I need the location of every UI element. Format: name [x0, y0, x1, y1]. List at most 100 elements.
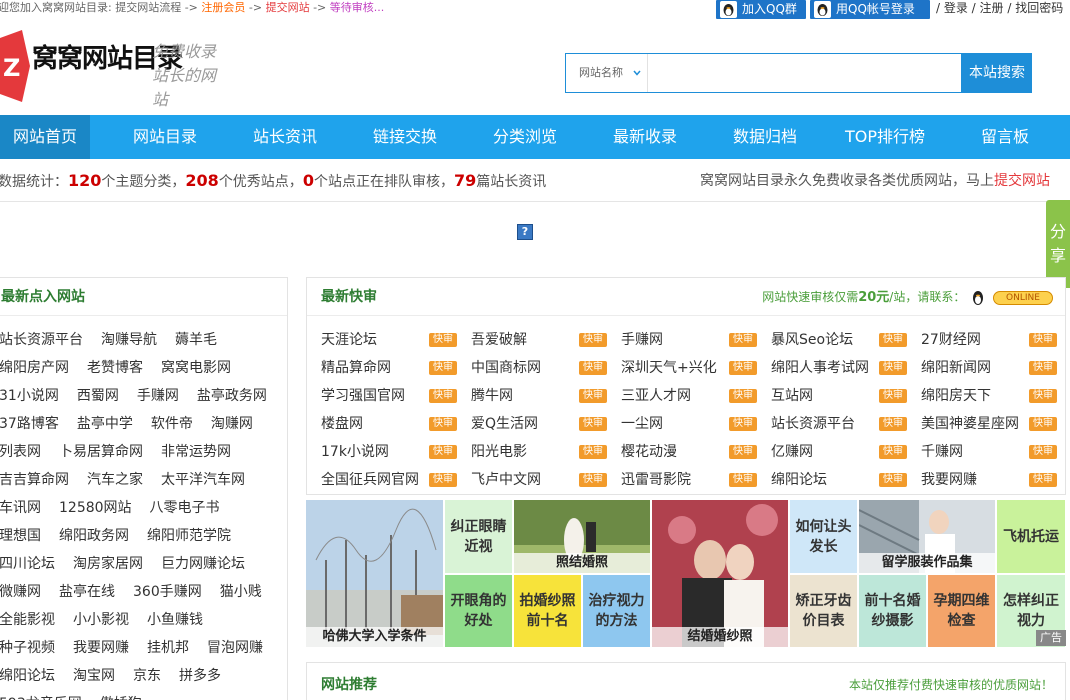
- site-link[interactable]: 卜易居算命网: [59, 444, 143, 460]
- ad-wedding-dress[interactable]: 结婚婚纱照: [652, 500, 788, 647]
- site-link[interactable]: 楼盘网: [321, 416, 363, 432]
- site-link[interactable]: 千赚网: [921, 444, 963, 460]
- site-link[interactable]: 天涯论坛: [321, 332, 377, 348]
- site-link[interactable]: 京东: [133, 668, 161, 684]
- site-link[interactable]: 小小影视: [73, 612, 129, 628]
- site-link[interactable]: 小鱼赚钱: [147, 612, 203, 628]
- site-link[interactable]: 绵阳房产网: [0, 360, 69, 376]
- site-link[interactable]: 一尘网: [621, 416, 663, 432]
- site-link[interactable]: 窝窝电影网: [161, 360, 231, 376]
- nav-news[interactable]: 站长资讯: [240, 115, 330, 159]
- site-link[interactable]: 淘赚网: [211, 416, 253, 432]
- site-link[interactable]: 学习强国官网: [321, 388, 405, 404]
- search-input[interactable]: 网站名称: [565, 53, 962, 93]
- fast-review-item[interactable]: 腾牛网 快审: [471, 382, 621, 410]
- search-type-select[interactable]: 网站名称: [566, 54, 648, 92]
- site-link[interactable]: 八零电子书: [150, 500, 220, 516]
- fast-review-item[interactable]: 飞卢中文网 快审: [471, 466, 621, 494]
- site-link[interactable]: 手赚网: [137, 388, 179, 404]
- site-link[interactable]: 我要网赚: [921, 472, 977, 488]
- site-link[interactable]: 淘宝网: [73, 668, 115, 684]
- ad-wedding-photo[interactable]: 照结婚照: [514, 500, 650, 573]
- site-link[interactable]: 我要网赚: [73, 640, 129, 656]
- site-link[interactable]: 理想国: [0, 528, 41, 544]
- fast-review-item[interactable]: 绵阳论坛 快审: [771, 466, 921, 494]
- fast-review-item[interactable]: 绵阳房天下 快审: [921, 382, 1070, 410]
- site-link[interactable]: 西蜀网: [77, 388, 119, 404]
- fast-review-item[interactable]: 一尘网 快审: [621, 410, 771, 438]
- site-link[interactable]: 27财经网: [921, 332, 981, 348]
- site-link[interactable]: 拼多多: [179, 668, 221, 684]
- account-links[interactable]: / 登录 / 注册 / 找回密码: [936, 0, 1063, 16]
- fast-review-item[interactable]: 全国征兵网官网 快审: [321, 466, 471, 494]
- site-link[interactable]: 593龙音乐网: [0, 696, 82, 700]
- site-link[interactable]: 汽车之家: [87, 472, 143, 488]
- fast-review-item[interactable]: 阳光电影 快审: [471, 438, 621, 466]
- site-link[interactable]: 吾爱破解: [471, 332, 527, 348]
- site-link[interactable]: 中国商标网: [471, 360, 541, 376]
- site-link[interactable]: 绵阳新闻网: [921, 360, 991, 376]
- ad-dress-top10[interactable]: 拍婚纱照前十名: [514, 575, 581, 647]
- ad-harvard[interactable]: 哈佛大学入学条件: [306, 500, 443, 647]
- site-link[interactable]: 17k小说网: [321, 444, 389, 460]
- site-link[interactable]: 绵阳师范学院: [147, 528, 231, 544]
- site-link[interactable]: 四川论坛: [0, 556, 55, 572]
- fast-review-item[interactable]: 站长资源平台 快审: [771, 410, 921, 438]
- site-link[interactable]: 精品算命网: [321, 360, 391, 376]
- submit-site-link[interactable]: 提交网站: [266, 1, 310, 14]
- site-link[interactable]: 全能影视: [0, 612, 55, 628]
- fast-review-item[interactable]: 学习强国官网 快审: [321, 382, 471, 410]
- register-link[interactable]: 注册会员: [201, 1, 245, 14]
- site-link[interactable]: 手赚网: [621, 332, 663, 348]
- site-link[interactable]: 12580网站: [59, 500, 132, 516]
- site-link[interactable]: 吉吉算命网: [0, 472, 69, 488]
- search-button[interactable]: 本站搜索: [962, 53, 1032, 93]
- nav-top-ranking[interactable]: TOP排行榜: [835, 115, 935, 159]
- fast-review-item[interactable]: 吾爱破解 快审: [471, 326, 621, 354]
- site-link[interactable]: 爱Q生活网: [471, 416, 538, 432]
- ad-uniform[interactable]: 留学服装作品集: [859, 500, 995, 573]
- site-link[interactable]: 绵阳人事考试网: [771, 360, 869, 376]
- fast-review-item[interactable]: 我要网赚 快审: [921, 466, 1070, 494]
- site-link[interactable]: 淘赚导航: [101, 332, 157, 348]
- site-link[interactable]: 绵阳政务网: [59, 528, 129, 544]
- nav-categories[interactable]: 分类浏览: [480, 115, 570, 159]
- site-link[interactable]: 站长资源平台: [771, 416, 855, 432]
- site-link[interactable]: 亿赚网: [771, 444, 813, 460]
- site-link[interactable]: 太平洋汽车网: [161, 472, 245, 488]
- site-link[interactable]: 盐亭在线: [59, 584, 115, 600]
- site-link[interactable]: 盐亭政务网: [197, 388, 267, 404]
- site-link[interactable]: 冒泡网赚: [207, 640, 263, 656]
- site-link[interactable]: 软件帝: [151, 416, 193, 432]
- nav-directory[interactable]: 网站目录: [120, 115, 210, 159]
- fast-review-item[interactable]: 楼盘网 快审: [321, 410, 471, 438]
- site-link[interactable]: 猫小贱: [220, 584, 262, 600]
- site-link[interactable]: 腾牛网: [471, 388, 513, 404]
- ad-airfreight[interactable]: 飞机托运: [997, 500, 1065, 573]
- ad-hair[interactable]: 如何让头发长: [790, 500, 857, 573]
- fast-review-item[interactable]: 深圳天气+兴化 快审: [621, 354, 771, 382]
- ad-pregnancy[interactable]: 孕期四维检查: [928, 575, 995, 647]
- fast-review-item[interactable]: 互站网 快审: [771, 382, 921, 410]
- site-link[interactable]: 车讯网: [0, 500, 41, 516]
- ad-photo-top10[interactable]: 前十名婚纱摄影: [859, 575, 926, 647]
- fast-review-item[interactable]: 绵阳人事考试网 快审: [771, 354, 921, 382]
- online-contact-button[interactable]: ONLINE: [993, 290, 1053, 305]
- ad-teeth[interactable]: 矫正牙齿价目表: [790, 575, 857, 647]
- fast-review-item[interactable]: 天涯论坛 快审: [321, 326, 471, 354]
- site-link[interactable]: 傲娇狗: [100, 696, 142, 700]
- fast-review-item[interactable]: 千赚网 快审: [921, 438, 1070, 466]
- nav-latest[interactable]: 最新收录: [600, 115, 690, 159]
- site-link[interactable]: 迅雷哥影院: [621, 472, 691, 488]
- site-link[interactable]: 美国神婆星座网: [921, 416, 1019, 432]
- site-link[interactable]: 列表网: [0, 444, 41, 460]
- join-qq-group-button[interactable]: 加入QQ群: [716, 0, 806, 19]
- site-link[interactable]: 互站网: [771, 388, 813, 404]
- site-link[interactable]: 薅羊毛: [175, 332, 217, 348]
- fast-review-item[interactable]: 手赚网 快审: [621, 326, 771, 354]
- nav-link-exchange[interactable]: 链接交换: [360, 115, 450, 159]
- site-link[interactable]: 非常运势网: [161, 444, 231, 460]
- site-link[interactable]: 绵阳房天下: [921, 388, 991, 404]
- site-link[interactable]: 三亚人才网: [621, 388, 691, 404]
- fast-review-item[interactable]: 爱Q生活网 快审: [471, 410, 621, 438]
